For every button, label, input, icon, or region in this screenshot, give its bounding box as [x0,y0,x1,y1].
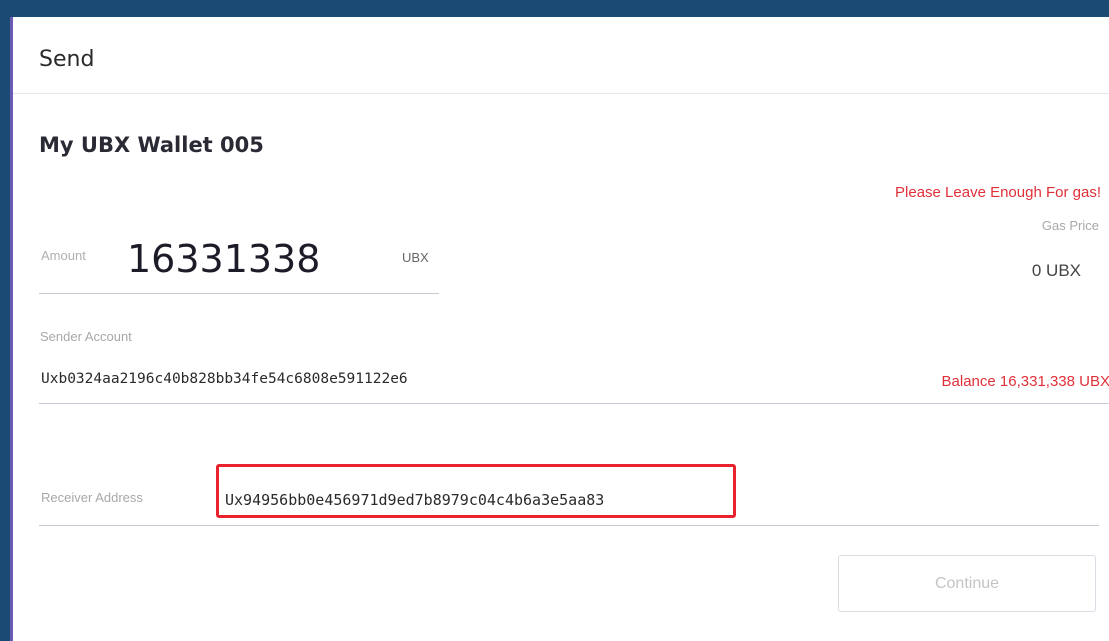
gas-price-value: 0 UBX [1031,261,1081,280]
amount-unit: UBX [402,250,429,265]
continue-button[interactable]: Continue [838,555,1096,612]
panel-header: Send [13,17,1109,94]
amount-label: Amount [41,248,86,263]
page-title: Send [39,47,95,72]
window-background-top [0,0,1109,17]
send-panel: Send My UBX Wallet 005 Please Leave Enou… [10,17,1109,641]
sender-address: Uxb0324aa2196c40b828bb34fe54c6808e591122… [41,371,408,387]
sender-account-label: Sender Account [40,329,132,344]
wallet-name: My UBX Wallet 005 [39,133,264,157]
amount-field-row: Amount UBX [39,237,439,294]
receiver-address-input[interactable] [216,464,736,518]
amount-input[interactable] [127,237,357,281]
gas-warning: Please Leave Enough For gas! [895,184,1101,201]
balance-text: Balance 16,331,338 UBX [941,373,1109,390]
receiver-address-row: Receiver Address [39,461,1099,526]
receiver-address-label: Receiver Address [41,490,143,505]
gas-price-label: Gas Price [1041,218,1099,233]
sender-account-row: Uxb0324aa2196c40b828bb34fe54c6808e591122… [39,361,1109,404]
window-background-left [0,17,10,641]
